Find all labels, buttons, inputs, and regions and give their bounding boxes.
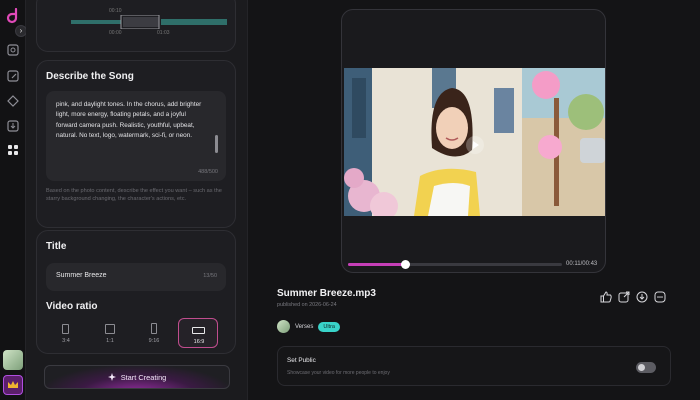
song-description-field[interactable]: pink, and daylight tones. In the chorus,… [46,91,226,181]
ratio-label: 16:9 [193,339,205,345]
start-creating-label: Start Creating [120,372,167,382]
ratio-label: 9:16 [148,338,160,344]
d-logo-icon[interactable] [6,8,20,24]
app: › 00:10 00:00 01:03 Describe the Song pi… [0,0,700,400]
song-description-text: pink, and daylight tones. In the chorus,… [56,101,202,140]
scrollbar[interactable] [215,135,218,153]
title-value: Summer Breeze [56,272,107,279]
time-display: 00:11/00:43 [566,261,598,267]
avatar[interactable] [277,320,290,333]
title-heading: Title [46,241,67,252]
ratio-shape-icon [151,323,157,334]
avatar[interactable] [3,350,23,370]
waveform[interactable]: 00:10 00:00 01:03 [71,8,229,36]
title-count: 13/50 [203,273,217,279]
ratio-options: 3:4 1:1 9:16 16:9 [46,318,226,348]
creation-panel: 00:10 00:00 01:03 Describe the Song pink… [26,0,248,400]
play-icon[interactable] [466,136,484,154]
song-hint: Based on the photo content, describe the… [46,188,222,203]
grid-icon[interactable] [6,143,20,157]
set-public-card: Set Public Showcase your video for more … [277,346,671,386]
ratio-label: 1:1 [106,338,114,344]
image-icon[interactable] [6,43,20,57]
progress-knob[interactable] [401,260,411,269]
action-bar [600,291,666,303]
ratio-option-9-16[interactable]: 9:16 [134,318,174,348]
diamond-icon[interactable] [6,94,20,108]
video-ratio-heading: Video ratio [46,301,98,312]
progress-track[interactable] [348,260,562,269]
char-count: 488/500 [198,169,218,175]
waveform-bars [71,15,227,29]
progress-fill [348,263,406,266]
set-public-description: Showcase your video for more people to e… [287,370,390,376]
published-date: published on 2026-06-24 [277,302,337,308]
ratio-shape-icon [62,324,69,334]
more-icon[interactable] [654,291,666,303]
describe-song-card: Describe the Song pink, and daylight ton… [36,60,236,228]
waveform-time-a: 00:00 [109,30,122,36]
share-icon[interactable] [618,291,630,303]
author[interactable]: Verses Ultra [277,320,340,333]
track-title: Summer Breeze.mp3 [277,288,376,299]
ratio-option-1-1[interactable]: 1:1 [90,318,130,348]
describe-song-heading: Describe the Song [46,71,134,82]
title-field[interactable]: Summer Breeze 13/50 [46,263,226,291]
toggle-knob [638,364,645,371]
start-creating-button[interactable]: Start Creating [44,365,230,389]
main-area: 00:11/00:43 Summer Breeze.mp3 published … [248,0,700,400]
ratio-option-16-9[interactable]: 16:9 [178,318,218,348]
ratio-option-3-4[interactable]: 3:4 [46,318,86,348]
waveform-time-start: 00:10 [109,8,122,14]
left-rail: › [0,0,27,400]
waveform-time-b: 01:03 [157,30,170,36]
sparkle-icon [107,373,116,381]
set-public-label: Set Public [287,357,316,364]
crown-icon[interactable] [3,375,23,395]
download-icon[interactable] [636,291,648,303]
audio-card: 00:10 00:00 01:03 [36,0,236,52]
edit-icon[interactable] [6,69,20,83]
ratio-shape-icon [105,324,115,334]
download-box-icon[interactable] [6,119,20,133]
video-player[interactable]: 00:11/00:43 [341,9,606,273]
ratio-label: 3:4 [62,338,70,344]
plan-badge: Ultra [318,321,340,332]
author-name[interactable]: Verses [295,324,313,330]
set-public-toggle[interactable] [636,362,656,373]
ratio-shape-icon [192,327,205,334]
thumbs-up-icon[interactable] [600,291,612,303]
title-card: Title Summer Breeze 13/50 Video ratio 3:… [36,230,236,354]
